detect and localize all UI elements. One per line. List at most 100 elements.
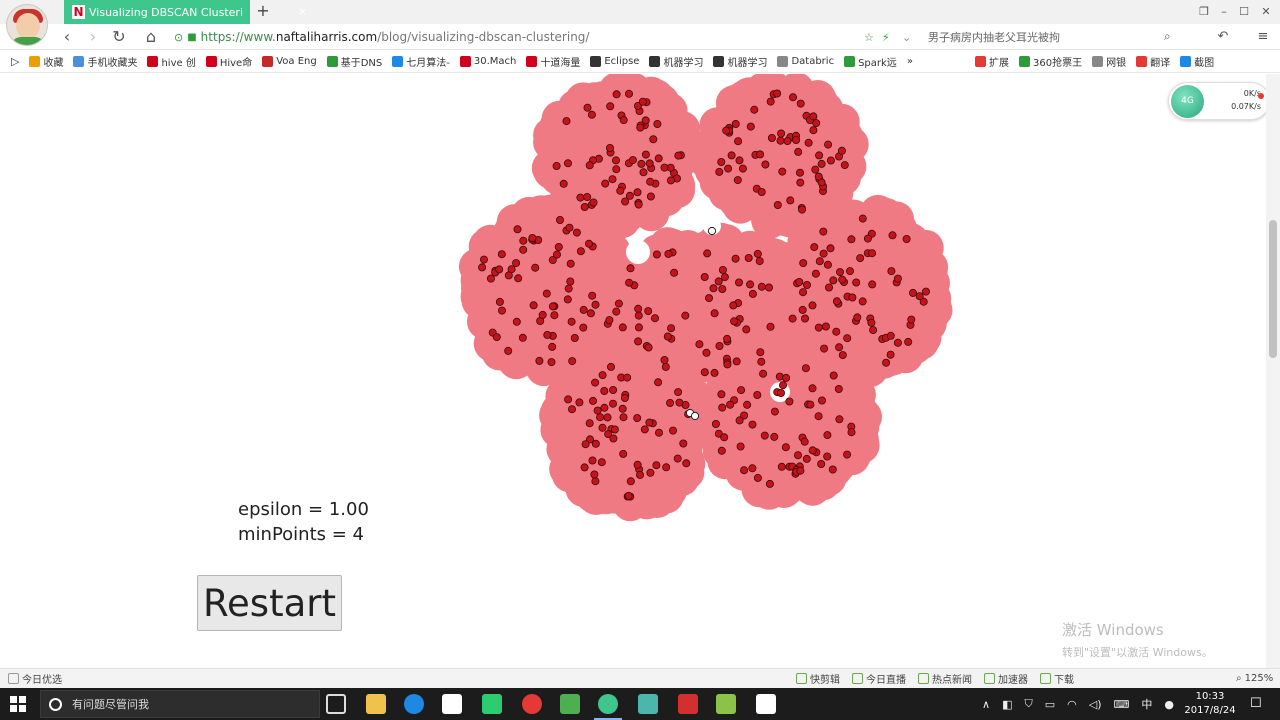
search-box[interactable]: 男子病房内抽老父耳光被拘 ⌕ [918, 26, 1182, 48]
toolbar-extension[interactable]: 扩展 [972, 52, 1012, 72]
pdf-icon[interactable] [678, 694, 698, 714]
data-point [765, 479, 774, 488]
data-point [669, 426, 678, 435]
file-explorer-icon[interactable] [366, 694, 386, 714]
forward-button[interactable]: › [84, 27, 102, 47]
tray-shield-icon[interactable]: ⛉ [1024, 697, 1032, 711]
status-left[interactable]: 今日优选 [8, 671, 62, 686]
tray-mic-icon[interactable]: ● [1164, 698, 1174, 711]
reload-button[interactable]: ↻ [110, 27, 128, 47]
bookmark-item[interactable]: 机器学习 [710, 52, 770, 72]
tab-dbscan[interactable]: N Visualizing DBSCAN Clusteri × [64, 0, 307, 24]
app-teal-icon[interactable] [638, 694, 658, 714]
data-point [798, 205, 807, 214]
bookmark-item[interactable]: Spark远 [841, 52, 900, 72]
sidebar-toggle-icon[interactable]: ▷ [8, 52, 22, 72]
scrollbar-thumb[interactable] [1269, 220, 1277, 358]
bookmark-label: 基于DNS [340, 58, 383, 69]
bookmark-item[interactable]: hive 创 [144, 52, 198, 72]
tray-network-icon[interactable]: ▭ [1045, 698, 1055, 711]
toolbar-extension[interactable]: 360抢票王 [1016, 52, 1085, 72]
data-point [902, 234, 911, 243]
minimize-button[interactable]: – [1216, 4, 1232, 20]
vertical-scrollbar[interactable] [1266, 74, 1280, 668]
toolbar-extension[interactable]: 翻译 [1133, 52, 1173, 72]
new-tab-button[interactable]: + [256, 1, 270, 20]
task-view-icon[interactable] [326, 694, 346, 714]
app-red-icon[interactable] [522, 694, 542, 714]
user-avatar[interactable] [6, 4, 48, 46]
address-bar[interactable]: ⊙ ■ https://www.naftaliharris.com/blog/v… [174, 26, 914, 48]
close-window-button[interactable]: ✕ [1258, 4, 1274, 20]
tab-close-icon[interactable]: × [298, 5, 307, 18]
dropdown-icon[interactable]: ⌄ [902, 31, 911, 44]
network-speed-widget[interactable]: 4G 0K/s 0.07K/s [1168, 82, 1270, 120]
app-green-icon[interactable] [482, 694, 502, 714]
data-point [735, 278, 744, 287]
cortana-icon [49, 697, 62, 711]
notification-center-icon[interactable]: ☐ [1250, 696, 1262, 711]
taskbar-search[interactable]: 有问题尽管问我 [40, 690, 320, 718]
url-text[interactable]: https://www.naftaliharris.com/blog/visua… [201, 30, 590, 44]
data-point [679, 439, 688, 448]
app-pen-icon[interactable] [560, 694, 580, 714]
bookmark-item[interactable]: 基于DNS [324, 52, 386, 72]
data-point [641, 116, 650, 125]
bookmark-item[interactable]: 手机收藏夹 [70, 52, 140, 72]
bookmark-item[interactable]: 十道海量 [523, 52, 583, 72]
search-icon[interactable]: ⌕ [1164, 29, 1171, 44]
back-button[interactable]: ‹ [58, 27, 76, 47]
ime-indicator[interactable]: 中 [1141, 696, 1152, 712]
home-button[interactable]: ⌂ [142, 27, 160, 47]
maximize-button[interactable]: ☐ [1236, 4, 1252, 20]
zoom-level[interactable]: ⌕ 125% [1236, 673, 1273, 684]
bookmark-item[interactable]: 机器学习 [646, 52, 706, 72]
bookmark-item[interactable]: Hive命 [203, 52, 255, 72]
tray-app-icon[interactable]: ◧ [1002, 698, 1012, 711]
store-icon[interactable] [442, 694, 462, 714]
bookmark-label: hive 创 [161, 58, 196, 69]
tray-expand-icon[interactable]: ∧ [982, 698, 990, 711]
bookmark-item[interactable]: Eclipse [587, 52, 642, 72]
restart-button[interactable]: Restart [197, 575, 342, 631]
tray-keyboard-icon[interactable]: ⌨ [1114, 698, 1130, 711]
site-info-icon[interactable]: ⊙ [174, 31, 183, 44]
data-point [586, 309, 595, 318]
tray-wifi-icon[interactable]: ◠ [1067, 698, 1077, 711]
menu-icon[interactable]: ≡ [1254, 27, 1272, 47]
toolbar-extension[interactable]: 截图 [1177, 52, 1217, 72]
statusbar-item[interactable]: 加速器 [984, 671, 1028, 686]
speed-mode-icon[interactable]: ⚡ [882, 31, 890, 44]
windows-start-icon[interactable] [10, 696, 26, 712]
data-point [638, 97, 647, 106]
app-lime-icon[interactable] [716, 694, 736, 714]
bookmark-star-icon[interactable]: ☆ [864, 31, 874, 44]
bookmark-favicon-icon [459, 56, 471, 67]
bookmark-item[interactable]: » [904, 52, 916, 72]
taskbar-clock[interactable]: 10:33 2017/8/24 [1180, 690, 1240, 718]
browser-360-icon[interactable] [594, 694, 622, 720]
tray-volume-icon[interactable]: ◁) [1089, 698, 1102, 711]
data-point [651, 314, 660, 323]
statusbar-item[interactable]: 下载 [1040, 671, 1074, 686]
statusbar-item[interactable]: 热点新闻 [918, 671, 972, 686]
dbscan-canvas[interactable] [0, 74, 1266, 668]
bookmark-item[interactable]: Voa Eng [259, 52, 320, 72]
data-point [882, 358, 891, 367]
search-input[interactable]: 男子病房内抽老父耳光被拘 [928, 29, 1060, 45]
edge-icon[interactable] [404, 694, 424, 714]
bookmark-item[interactable]: 七月算法- [389, 52, 453, 72]
bookmark-item[interactable]: 30.Mach [457, 52, 520, 72]
undo-close-icon[interactable]: ↶ [1214, 27, 1232, 47]
app-white-icon[interactable] [756, 694, 776, 714]
statusbar-item[interactable]: 今日直播 [852, 671, 906, 686]
bookmark-item[interactable]: Databric [774, 52, 837, 72]
data-point [767, 134, 776, 143]
bookmark-item[interactable]: 收藏 [26, 52, 66, 72]
data-point [838, 351, 847, 360]
restore-icon[interactable]: ❐ [1196, 4, 1212, 20]
toolbar-extension[interactable]: 网银 [1089, 52, 1129, 72]
statusbar-item[interactable]: 快剪辑 [796, 671, 840, 686]
data-point [800, 437, 809, 446]
data-point [666, 398, 675, 407]
